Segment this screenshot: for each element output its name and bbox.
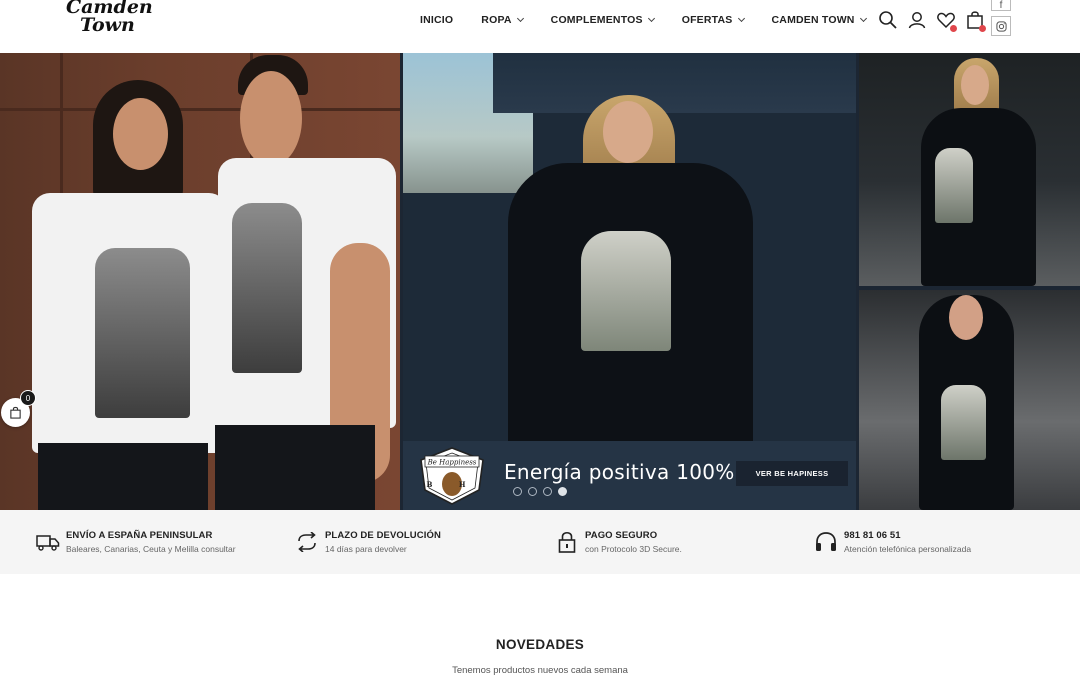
face-shape	[240, 71, 302, 166]
lock-icon	[554, 530, 580, 554]
brand-line2: Town	[80, 14, 135, 36]
search-icon[interactable]	[878, 10, 898, 30]
tshirt-print	[95, 248, 190, 418]
nav-item-inicio[interactable]: INICIO	[420, 14, 453, 26]
feature-shipping: ENVÍO A ESPAÑA PENINSULAR Baleares, Cana…	[35, 530, 236, 556]
nav-item-complementos[interactable]: COMPLEMENTOS	[550, 14, 655, 26]
cart-badge	[979, 25, 986, 32]
return-icon	[294, 530, 320, 554]
hero-slider: Be Happiness B H Energía positiva 100% V…	[0, 53, 1080, 510]
slider-dot[interactable]	[528, 487, 537, 496]
chevron-down-icon	[516, 14, 524, 23]
user-icon[interactable]	[907, 10, 927, 30]
nav-label: CAMDEN TOWN	[771, 14, 855, 26]
feature-title: PAGO SEGURO	[585, 530, 658, 541]
chevron-down-icon	[737, 14, 745, 23]
face-shape	[603, 101, 653, 163]
headset-icon	[813, 530, 839, 554]
slider-dots	[513, 487, 567, 496]
hero-image-couple	[0, 53, 400, 510]
feature-secure-payment: PAGO SEGURO con Protocolo 3D Secure.	[554, 530, 682, 556]
feature-subtitle: 14 días para devolver	[325, 544, 407, 554]
feature-subtitle: Atención telefónica personalizada	[844, 544, 972, 554]
hoodie-print	[581, 231, 671, 351]
hero-image-hoodie: Be Happiness B H Energía positiva 100% V…	[403, 53, 856, 510]
site-header: Camden Town INICIO ROPA COMPLEMENTOS OFE…	[0, 0, 1080, 53]
bag-icon	[10, 406, 21, 419]
slide-headline: Energía positiva 100%	[504, 460, 735, 484]
slider-dot[interactable]	[513, 487, 522, 496]
face-shape	[949, 295, 983, 340]
nav-label: INICIO	[420, 14, 454, 26]
section-subtitle-novedades: Tenemos productos nuevos cada semana	[452, 665, 628, 675]
face-shape	[113, 98, 168, 170]
feature-phone: 981 81 06 51 Atención telefónica persona…	[813, 530, 971, 556]
truck-icon	[35, 530, 61, 554]
hero-image-right-bottom	[859, 290, 1080, 510]
facebook-icon[interactable]: f	[991, 0, 1011, 11]
nav-label: OFERTAS	[681, 14, 733, 26]
bridge-background	[493, 53, 856, 113]
social-links: f	[991, 0, 1011, 39]
tshirt-print	[232, 203, 302, 373]
feature-returns: PLAZO DE DEVOLUCIÓN 14 días para devolve…	[294, 530, 441, 556]
badge-initials: B H	[427, 480, 478, 489]
wishlist-badge	[950, 25, 957, 32]
see-be-hapiness-button[interactable]: VER BE HAPINESS	[736, 461, 848, 486]
feature-title: PLAZO DE DEVOLUCIÓN	[325, 530, 441, 541]
face-shape	[961, 65, 989, 105]
main-nav: INICIO ROPA COMPLEMENTOS OFERTAS CAMDEN …	[420, 14, 894, 26]
be-happiness-logo: Be Happiness B H	[415, 446, 489, 506]
feature-subtitle: con Protocolo 3D Secure.	[585, 544, 682, 554]
nav-item-ropa[interactable]: ROPA	[481, 14, 524, 26]
pants-shape	[215, 425, 375, 510]
hoodie-print	[941, 385, 986, 460]
nav-item-ofertas[interactable]: OFERTAS	[681, 14, 745, 26]
chevron-down-icon	[647, 14, 655, 23]
slider-dot[interactable]	[543, 487, 552, 496]
nav-label: COMPLEMENTOS	[550, 14, 643, 26]
pants-shape	[38, 443, 208, 510]
chevron-down-icon	[859, 14, 867, 23]
cart-count-badge: 0	[20, 390, 36, 406]
bag-icon[interactable]	[965, 10, 986, 32]
badge-text: Be Happiness	[427, 459, 477, 467]
slider-dot-active[interactable]	[558, 487, 567, 496]
header-icons	[878, 10, 994, 32]
hoodie-print	[935, 148, 973, 223]
nav-item-camden-town[interactable]: CAMDEN TOWN	[771, 14, 867, 26]
slide-banner: Be Happiness B H Energía positiva 100% V…	[403, 441, 856, 510]
feature-title: 981 81 06 51	[844, 530, 901, 541]
heart-icon[interactable]	[936, 10, 957, 32]
nav-label: ROPA	[481, 14, 512, 26]
instagram-icon[interactable]	[991, 16, 1011, 36]
feature-title: ENVÍO A ESPAÑA PENINSULAR	[66, 530, 213, 541]
features-bar: ENVÍO A ESPAÑA PENINSULAR Baleares, Cana…	[0, 510, 1080, 574]
brand-logo[interactable]: Camden Town	[66, 0, 153, 38]
hero-image-right-top	[859, 53, 1080, 286]
feature-subtitle: Baleares, Canarias, Ceuta y Melilla cons…	[66, 544, 236, 554]
door-line	[0, 108, 400, 111]
section-title-novedades: NOVEDADES	[495, 637, 585, 652]
